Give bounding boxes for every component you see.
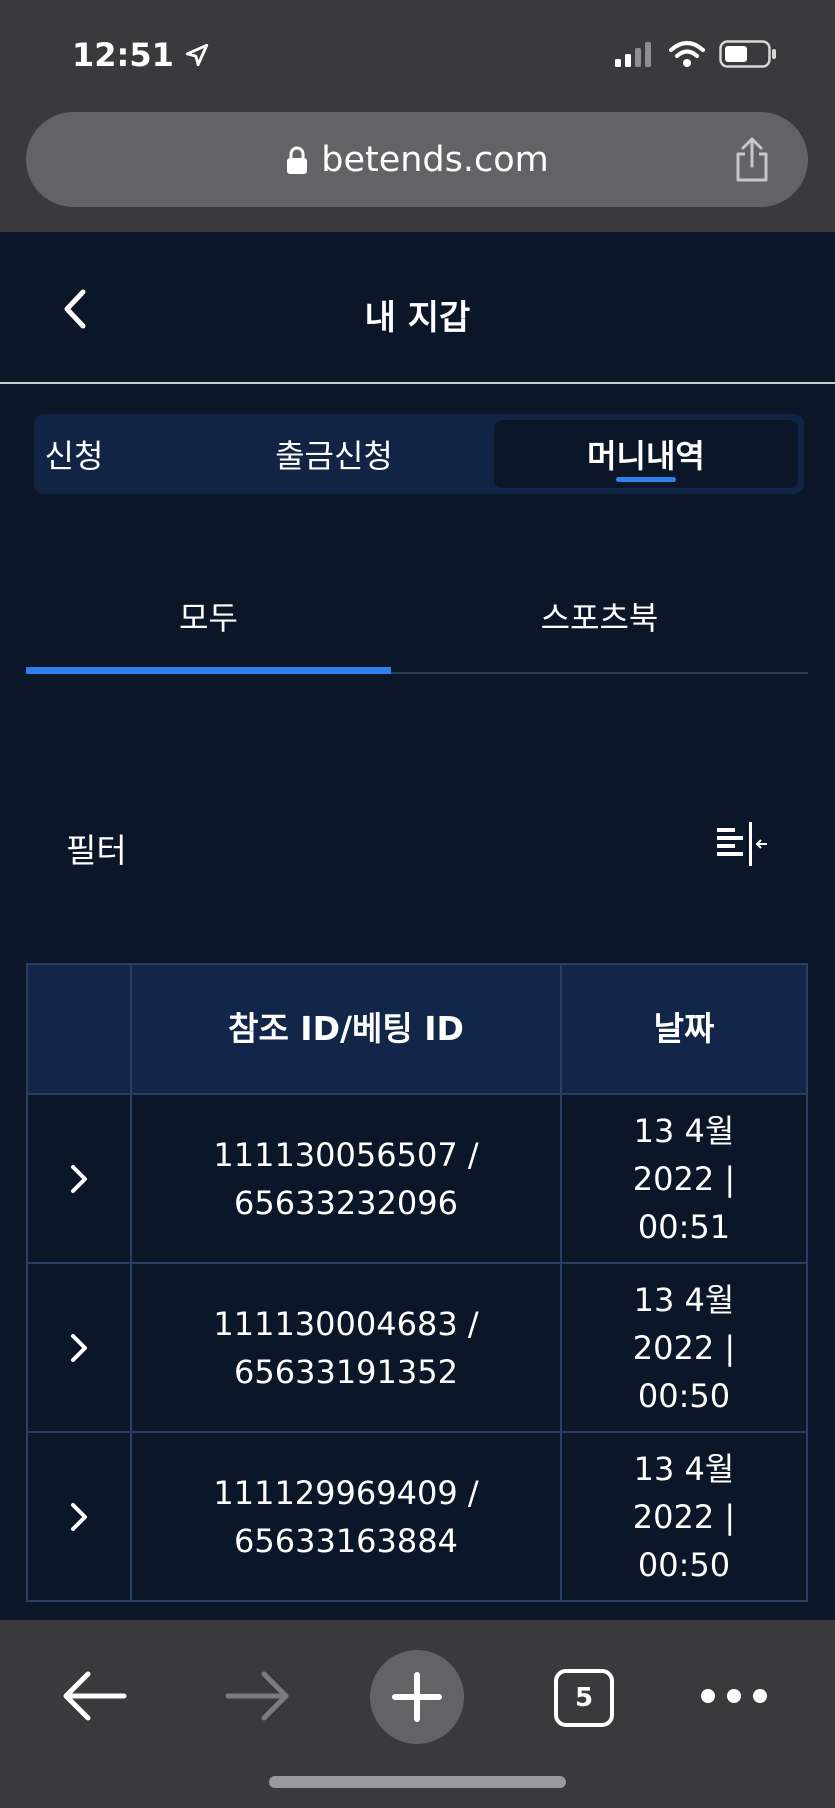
status-indicators: [615, 40, 777, 68]
page-title: 내 지갑: [364, 298, 471, 338]
date-day-month: 13 4월: [633, 1449, 735, 1488]
column-header-ref-id: 참조 ID/베팅 ID: [132, 965, 562, 1093]
active-tab-indicator: [616, 477, 676, 482]
chevron-right-icon: [71, 1502, 87, 1531]
plus-icon: [392, 1672, 442, 1722]
ref-id-text: 111130056507 /: [213, 1135, 479, 1174]
date-year: 2022 |: [632, 1159, 736, 1198]
column-header-date: 날짜: [653, 1009, 715, 1048]
table-row[interactable]: 111129969409 / 65633163884 13 4월 2022 | 00:…: [28, 1433, 806, 1602]
url-text: betends.com: [321, 139, 549, 180]
tab-label: 출금신청: [275, 437, 393, 475]
filter-label: 필터: [66, 831, 127, 870]
bet-id-text: 65633191352: [234, 1352, 458, 1391]
date-day-month: 13 4월: [633, 1111, 735, 1150]
filter-collapse-icon: [717, 822, 767, 866]
tab-count: 5: [574, 1683, 594, 1713]
ref-bet-id-cell: 111130004683 / 65633191352: [132, 1264, 562, 1431]
battery-icon: [719, 40, 776, 68]
share-button[interactable]: [732, 136, 772, 188]
active-subtab-indicator: [26, 667, 391, 674]
wifi-icon: [669, 41, 705, 67]
ref-id-text: 111129969409 /: [213, 1473, 479, 1512]
tab-label: 모두: [179, 599, 238, 637]
date-cell: 13 4월 2022 | 00:50: [562, 1264, 806, 1431]
ref-id-text: 111130004683 /: [213, 1304, 479, 1343]
forward-nav-button[interactable]: [214, 1656, 304, 1736]
date-year: 2022 |: [632, 1328, 736, 1367]
arrow-right-icon: [225, 1671, 289, 1721]
more-dots-icon: [701, 1689, 767, 1703]
more-button[interactable]: [694, 1656, 774, 1736]
chevron-right-icon: [71, 1333, 87, 1362]
ref-bet-id-cell: 111130056507 / 65633232096: [132, 1095, 562, 1262]
page-header: 내 지갑: [0, 232, 835, 384]
tab-deposit-request[interactable]: 신청: [34, 414, 144, 494]
tab-label: 머니내역: [587, 437, 705, 475]
location-arrow-icon: [185, 43, 209, 67]
expand-row-button[interactable]: [28, 1264, 132, 1431]
new-tab-button[interactable]: [370, 1650, 464, 1744]
chevron-right-icon: [71, 1164, 87, 1193]
date-time: 00:50: [637, 1545, 731, 1584]
home-indicator: [269, 1776, 566, 1788]
tab-label: 신청: [44, 437, 104, 475]
tabs-button[interactable]: 5: [554, 1669, 614, 1727]
tab-sportsbook[interactable]: 스포츠북: [391, 560, 808, 672]
arrow-left-icon: [63, 1671, 127, 1721]
table-row[interactable]: 111130056507 / 65633232096 13 4월 2022 | 00:…: [28, 1095, 806, 1264]
status-time: 12:51: [72, 36, 210, 74]
browser-bottom-bar: 5: [0, 1620, 835, 1808]
history-filter-tabs: 모두 스포츠북: [26, 560, 808, 674]
wallet-segment-tabs: 신청 출금신청 머니내역: [34, 414, 804, 494]
tab-all[interactable]: 모두: [26, 560, 391, 672]
date-cell: 13 4월 2022 | 00:50: [562, 1433, 806, 1600]
status-bar: 12:51: [0, 0, 835, 105]
table-header: 참조 ID/베팅 ID 날짜: [28, 965, 806, 1095]
bet-id-text: 65633163884: [234, 1521, 458, 1560]
column-header-expand: [28, 965, 132, 1093]
ref-bet-id-cell: 111129969409 / 65633163884: [132, 1433, 562, 1600]
share-icon: [736, 137, 768, 182]
tab-withdraw-request[interactable]: 출금신청: [184, 414, 484, 494]
date-cell: 13 4월 2022 | 00:51: [562, 1095, 806, 1262]
bet-id-text: 65633232096: [234, 1183, 458, 1222]
address-bar[interactable]: betends.com: [26, 112, 808, 207]
date-year: 2022 |: [632, 1497, 736, 1536]
signal-icon: [615, 42, 651, 67]
tab-money-history[interactable]: 머니내역: [494, 420, 798, 488]
browser-toolbar: betends.com: [0, 105, 835, 232]
expand-row-button[interactable]: [28, 1433, 132, 1600]
clock-text: 12:51: [72, 36, 174, 74]
lock-icon: [287, 146, 308, 174]
expand-row-button[interactable]: [28, 1095, 132, 1262]
date-time: 00:50: [637, 1376, 731, 1415]
back-nav-button[interactable]: [48, 1656, 138, 1736]
date-time: 00:51: [637, 1207, 731, 1246]
tab-label: 스포츠북: [540, 599, 659, 637]
table-row[interactable]: 111130004683 / 65633191352 13 4월 2022 | 00:…: [28, 1264, 806, 1433]
filter-toggle-button[interactable]: [715, 820, 769, 872]
transaction-table: 참조 ID/베팅 ID 날짜 111130056507 / 65633232096…: [26, 963, 808, 1602]
date-day-month: 13 4월: [633, 1280, 735, 1319]
filter-row: 필터: [0, 810, 835, 880]
